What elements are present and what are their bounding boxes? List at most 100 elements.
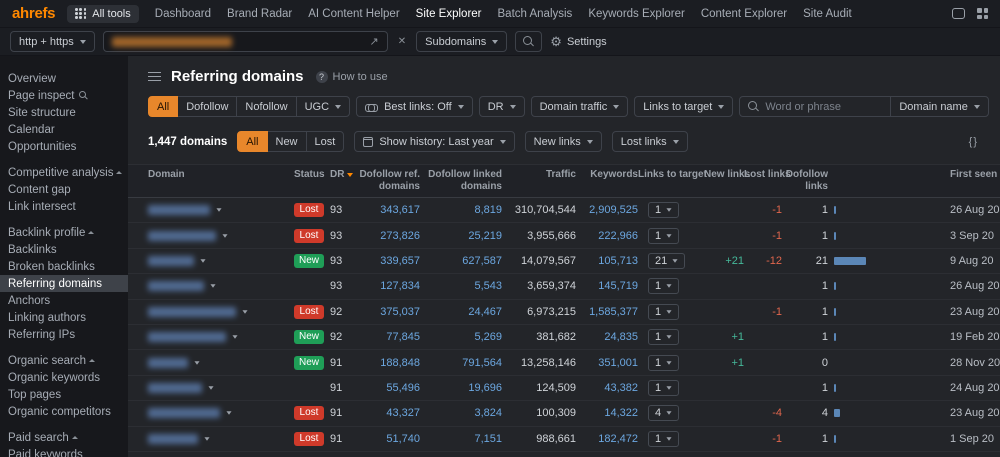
dofollow-ref-domains-link[interactable]: 55,496 <box>358 382 420 394</box>
scope-select[interactable]: Subdomains <box>416 31 508 52</box>
table-row[interactable]: 93 127,834 5,543 3,659,374 145,719 1 1 2… <box>128 274 1000 300</box>
sidebar-item-paid-search[interactable]: Paid search <box>0 429 128 446</box>
sidebar-item-content-gap[interactable]: Content gap <box>0 181 128 198</box>
domain-cell[interactable] <box>148 408 294 419</box>
dofollow-linked-domains-link[interactable]: 627,587 <box>420 255 502 267</box>
domain-cell[interactable] <box>148 306 294 317</box>
domain-cell[interactable] <box>148 382 294 393</box>
add-filter-button[interactable]: Add filter <box>995 100 1000 113</box>
sidebar-item-organic-search[interactable]: Organic search <box>0 352 128 369</box>
dofollow-ref-domains-link[interactable]: 339,657 <box>358 255 420 267</box>
dofollow-linked-domains-link[interactable]: 791,564 <box>420 357 502 369</box>
col-dr[interactable]: DR <box>330 169 358 181</box>
feedback-icon[interactable] <box>952 8 965 19</box>
table-row[interactable]: Lost 91 51,740 7,151 988,661 182,472 1 -… <box>128 427 1000 452</box>
filter-nofollow-button[interactable]: Nofollow <box>236 96 297 117</box>
dofollow-linked-domains-link[interactable]: 7,151 <box>420 433 502 445</box>
status-tab-all[interactable]: All <box>237 131 268 152</box>
sidebar-item-referring-domains[interactable]: Referring domains <box>0 275 128 292</box>
chevron-down-icon[interactable] <box>226 411 232 416</box>
best-links-filter[interactable]: Best links: Off <box>356 96 473 117</box>
dofollow-ref-domains-link[interactable]: 127,834 <box>358 280 420 292</box>
chevron-down-icon[interactable] <box>210 284 216 289</box>
clear-icon[interactable] <box>396 36 408 47</box>
domain-cell[interactable] <box>148 357 294 368</box>
table-row[interactable]: Lost 93 273,826 25,219 3,955,666 222,966… <box>128 223 1000 249</box>
links-to-target-select[interactable]: 1 <box>648 202 680 219</box>
table-row[interactable]: 91 55,496 19,696 124,509 43,382 1 1 24 A… <box>128 376 1000 402</box>
topnav-item-keywords-explorer[interactable]: Keywords Explorer <box>588 8 685 20</box>
dofollow-ref-domains-link[interactable]: 343,617 <box>358 204 420 216</box>
col-links-to-target[interactable]: Links to target <box>638 169 707 181</box>
table-row[interactable]: New 93 339,657 627,587 14,079,567 105,71… <box>128 249 1000 275</box>
keywords-link[interactable]: 351,001 <box>576 357 638 369</box>
external-link-icon[interactable] <box>370 35 379 48</box>
table-row[interactable]: New 92 77,845 5,269 381,682 24,835 1 +1 … <box>128 325 1000 351</box>
keywords-link[interactable]: 182,472 <box>576 433 638 445</box>
target-url-input[interactable] <box>102 31 388 52</box>
chevron-down-icon[interactable] <box>216 208 222 212</box>
menu-icon[interactable] <box>148 72 161 81</box>
sidebar-item-link-intersect[interactable]: Link intersect <box>0 198 128 215</box>
sidebar-item-competitive-analysis[interactable]: Competitive analysis <box>0 164 128 181</box>
table-row[interactable]: Lost 91 43,327 3,824 100,309 14,322 4 -4… <box>128 401 1000 427</box>
word-search-box[interactable] <box>739 96 892 117</box>
domain-cell[interactable] <box>148 433 294 444</box>
col-first-seen[interactable]: First seen <box>950 169 1000 181</box>
col-new-links[interactable]: New links <box>704 169 750 181</box>
dofollow-ref-domains-link[interactable]: 273,826 <box>358 230 420 242</box>
col-dofollow-ref-domains[interactable]: Dofollow ref. domains <box>358 169 420 193</box>
keywords-link[interactable]: 222,966 <box>576 230 638 242</box>
keywords-link[interactable]: 145,719 <box>576 280 638 292</box>
col-status[interactable]: Status <box>294 169 330 181</box>
ahrefs-logo[interactable]: ahrefs <box>12 5 56 22</box>
dofollow-linked-domains-link[interactable]: 5,543 <box>420 280 502 292</box>
keywords-link[interactable]: 2,909,525 <box>576 204 638 216</box>
links-to-target-select[interactable]: 1 <box>648 354 680 371</box>
links-to-target-select[interactable]: 1 <box>648 278 680 295</box>
dofollow-linked-domains-link[interactable]: 24,467 <box>420 306 502 318</box>
dofollow-linked-domains-link[interactable]: 25,219 <box>420 230 502 242</box>
col-keywords[interactable]: Keywords <box>576 169 638 181</box>
sidebar-item-linking-authors[interactable]: Linking authors <box>0 309 128 326</box>
table-row[interactable]: Lost 92 375,037 24,467 6,973,215 1,585,3… <box>128 300 1000 325</box>
links-to-target-select[interactable]: 21 <box>648 252 686 269</box>
dofollow-ref-domains-link[interactable]: 77,845 <box>358 331 420 343</box>
domain-cell[interactable] <box>148 332 294 343</box>
chevron-down-icon[interactable] <box>204 437 210 441</box>
chevron-down-icon[interactable] <box>200 259 206 263</box>
domain-cell[interactable] <box>148 255 294 266</box>
domain-name-select[interactable]: Domain name <box>890 96 989 117</box>
code-view-icon[interactable]: {} <box>969 136 978 148</box>
keywords-link[interactable]: 43,382 <box>576 382 638 394</box>
links-to-target-select[interactable]: 1 <box>648 430 680 447</box>
links-to-target-select[interactable]: 1 <box>648 303 680 320</box>
topnav-item-site-audit[interactable]: Site Audit <box>803 8 852 20</box>
protocol-select[interactable]: http + https <box>10 31 95 52</box>
dofollow-linked-domains-link[interactable]: 5,269 <box>420 331 502 343</box>
links-to-target-select[interactable]: 4 <box>648 405 680 422</box>
keywords-link[interactable]: 1,585,377 <box>576 306 638 318</box>
sidebar-item-overview[interactable]: Overview <box>0 70 128 87</box>
col-lost-links[interactable]: Lost links <box>744 169 791 181</box>
sidebar-item-referring-ips[interactable]: Referring IPs <box>0 326 128 343</box>
topnav-item-site-explorer[interactable]: Site Explorer <box>416 8 482 20</box>
word-search-input[interactable] <box>765 100 883 113</box>
filter-ugc-button[interactable]: UGC <box>295 96 351 117</box>
domain-cell[interactable] <box>148 281 294 292</box>
dofollow-linked-domains-link[interactable]: 3,824 <box>420 407 502 419</box>
col-traffic[interactable]: Traffic <box>502 169 576 181</box>
dr-filter[interactable]: DR <box>478 96 525 117</box>
sidebar-item-organic-keywords[interactable]: Organic keywords <box>0 369 128 386</box>
chevron-down-icon[interactable] <box>194 360 200 365</box>
table-row[interactable]: Lost 93 343,617 8,819 310,704,544 2,909,… <box>128 198 1000 224</box>
chevron-down-icon[interactable] <box>242 310 248 314</box>
topnav-item-dashboard[interactable]: Dashboard <box>155 8 211 20</box>
search-button[interactable] <box>515 31 543 52</box>
sidebar-item-opportunities[interactable]: Opportunities <box>0 138 128 155</box>
keywords-link[interactable]: 105,713 <box>576 255 638 267</box>
col-dofollow-links[interactable]: Dofollow links <box>782 169 828 193</box>
domain-cell[interactable] <box>148 230 294 241</box>
apps-icon[interactable] <box>977 8 988 19</box>
status-tab-lost[interactable]: Lost <box>305 131 345 152</box>
